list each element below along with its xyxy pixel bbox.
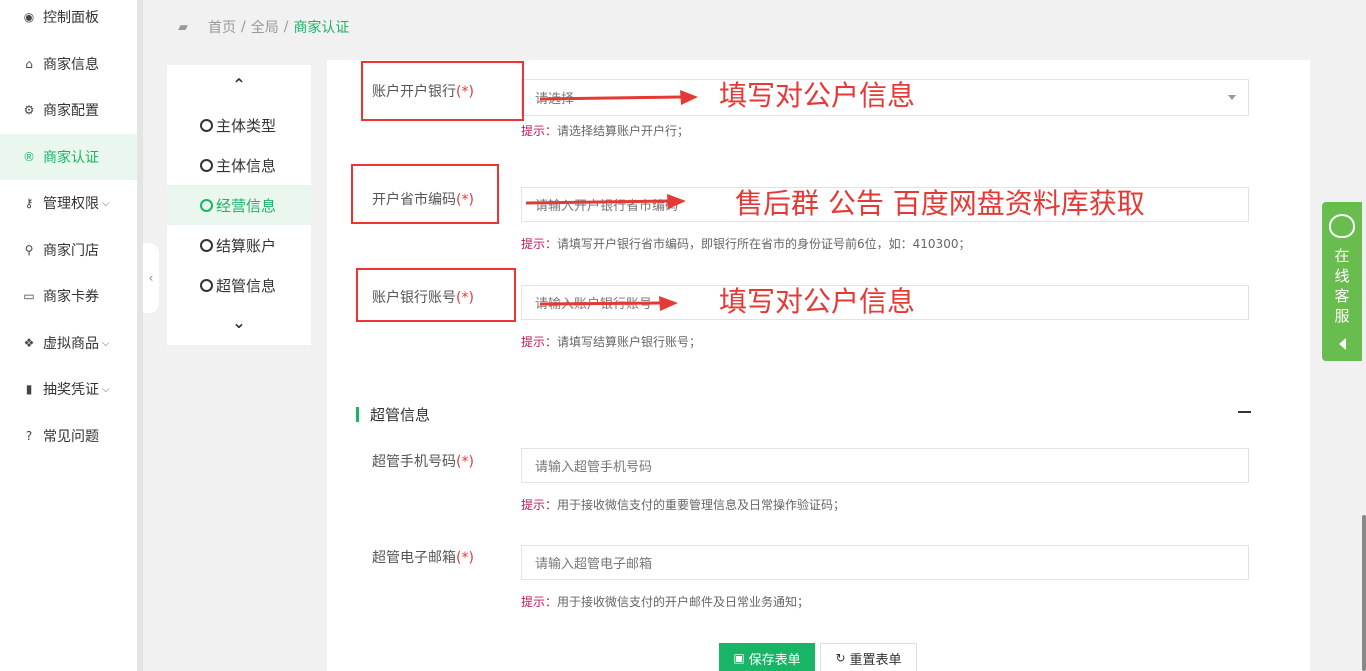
annotation-arrow-account (539, 296, 678, 311)
annotation-arrow-province (525, 194, 686, 209)
annotation-arrows (525, 90, 698, 311)
service-char: 线 (1334, 267, 1350, 285)
service-avatar-icon (1329, 214, 1355, 238)
service-char: 客 (1334, 287, 1350, 305)
service-char: 在 (1334, 247, 1350, 265)
service-char: 服 (1334, 307, 1350, 325)
annotation-text-province: 售后群 公告 百度网盘资料库获取 (735, 187, 1145, 220)
annotation-arrow-bank (539, 90, 698, 105)
caret-left-icon (1338, 338, 1346, 350)
online-service-tab[interactable]: 在 线 客 服 (1322, 202, 1362, 361)
annotation-text-bank: 填写对公户信息 (719, 79, 916, 112)
annotation-text-account: 填写对公户信息 (719, 285, 916, 318)
page-scrollbar[interactable] (1362, 515, 1366, 671)
